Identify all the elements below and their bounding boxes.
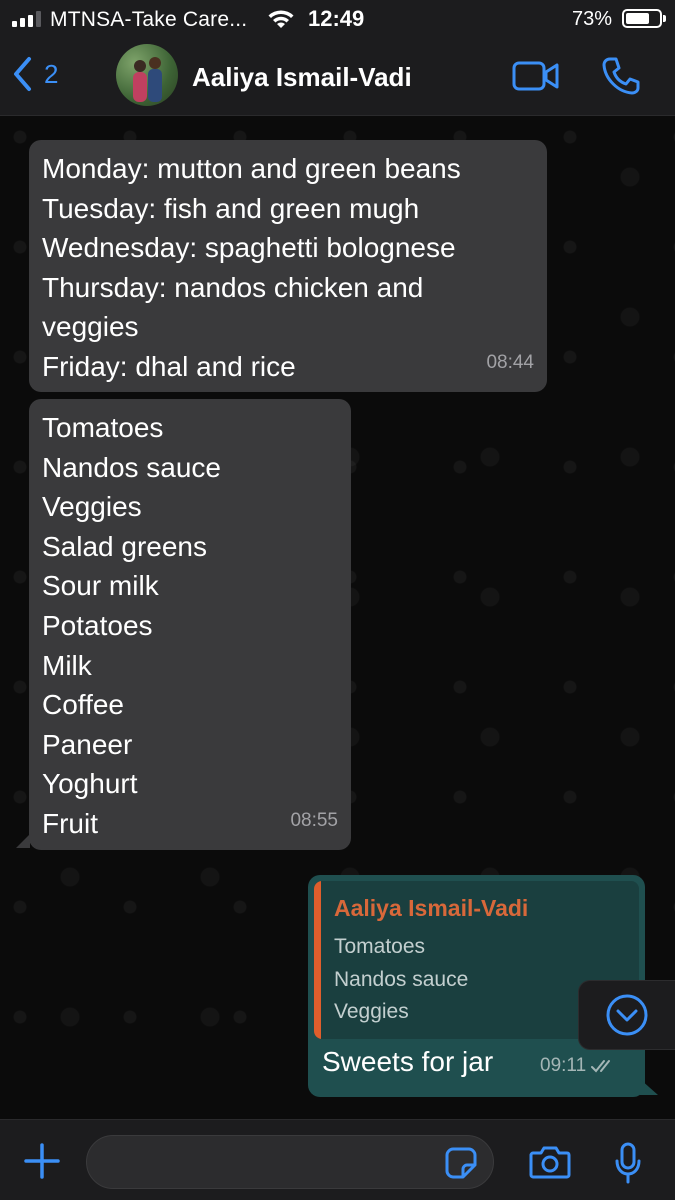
quote-accent-bar bbox=[314, 881, 321, 1039]
wifi-icon bbox=[266, 7, 296, 36]
bubble-tail bbox=[16, 834, 30, 848]
message-timestamp: 08:44 bbox=[486, 352, 534, 374]
attach-button[interactable] bbox=[24, 1143, 60, 1184]
carrier-name: MTNSA-Take Care... bbox=[50, 8, 248, 31]
message-line: Wednesday: spaghetti bolognese bbox=[42, 232, 456, 264]
back-button[interactable]: 2 bbox=[12, 56, 58, 92]
bubble-tail bbox=[640, 1079, 658, 1095]
chevron-down-circle-icon bbox=[606, 994, 648, 1036]
message-line: Veggies bbox=[42, 491, 142, 523]
sticker-button[interactable] bbox=[445, 1147, 477, 1184]
message-line: Yoghurt bbox=[42, 768, 138, 800]
quote-line: Veggies bbox=[334, 1000, 409, 1023]
contact-name[interactable]: Aaliya Ismail-Vadi bbox=[192, 62, 412, 93]
camera-button[interactable] bbox=[529, 1145, 571, 1184]
message-list[interactable]: Monday: mutton and green beans Tuesday: … bbox=[0, 117, 675, 1119]
message-line: Paneer bbox=[42, 728, 133, 760]
message-line: Tomatoes bbox=[42, 412, 164, 443]
message-line: Thursday: nandos chicken and bbox=[42, 271, 424, 303]
message-timestamp: 09:11 bbox=[540, 1055, 587, 1076]
message-line: Tuesday: fish and green mugh bbox=[42, 192, 420, 224]
composer-bar bbox=[0, 1119, 675, 1200]
quote-line: Tomatoes bbox=[334, 935, 426, 958]
message-line: Coffee bbox=[42, 689, 124, 721]
chevron-left-icon bbox=[14, 57, 31, 91]
signal-strength-icon bbox=[12, 11, 41, 27]
sticker-icon bbox=[445, 1147, 477, 1179]
message-line: Salad greens bbox=[42, 530, 208, 562]
message-line: veggies bbox=[42, 311, 139, 343]
unread-count: 2 bbox=[44, 58, 59, 89]
double-check-icon bbox=[591, 1060, 611, 1073]
quote-line: Nandos sauce bbox=[334, 967, 469, 991]
status-bar: MTNSA-Take Care... 12:49 73% bbox=[0, 0, 675, 40]
video-call-button[interactable] bbox=[512, 60, 560, 97]
battery-fill bbox=[626, 13, 650, 24]
incoming-message[interactable]: Monday: mutton and green beans Tuesday: … bbox=[29, 140, 547, 392]
battery-percentage: 73% bbox=[572, 8, 613, 30]
avatar[interactable] bbox=[116, 44, 178, 106]
incoming-message[interactable]: Tomatoes Nandos sauce Veggies Salad gree… bbox=[29, 399, 351, 850]
voice-message-button[interactable] bbox=[614, 1142, 642, 1189]
chat-header: 2 Aaliya Ismail-Vadi bbox=[0, 40, 675, 116]
plus-icon bbox=[24, 1143, 60, 1179]
status-time: 12:49 bbox=[308, 6, 365, 31]
phone-icon bbox=[602, 57, 640, 95]
scroll-to-bottom-button[interactable] bbox=[578, 980, 675, 1050]
chat-screen: MTNSA-Take Care... 12:49 73% 2 Aaliya Is… bbox=[0, 0, 675, 1200]
message-line: Sour milk bbox=[42, 570, 159, 602]
message-timestamp: 08:55 bbox=[290, 810, 338, 832]
message-line: Friday: dhal and rice bbox=[42, 350, 296, 382]
camera-icon bbox=[529, 1146, 571, 1179]
message-line: Milk bbox=[42, 649, 92, 681]
quote-text: Tomatoes Nandos sauce Veggies bbox=[334, 931, 468, 1029]
microphone-icon bbox=[615, 1142, 641, 1184]
battery-icon bbox=[622, 9, 666, 28]
quote-author: Aaliya Ismail-Vadi bbox=[334, 895, 529, 921]
message-text: Sweets for jar bbox=[322, 1046, 494, 1077]
video-camera-icon bbox=[512, 61, 559, 91]
voice-call-button[interactable] bbox=[602, 56, 640, 101]
message-line: Potatoes bbox=[42, 609, 153, 641]
message-line: Nandos sauce bbox=[42, 451, 222, 483]
message-line: Monday: mutton and green beans bbox=[42, 153, 461, 184]
message-input[interactable] bbox=[86, 1135, 494, 1189]
message-meta: 09:11 bbox=[540, 1055, 617, 1077]
